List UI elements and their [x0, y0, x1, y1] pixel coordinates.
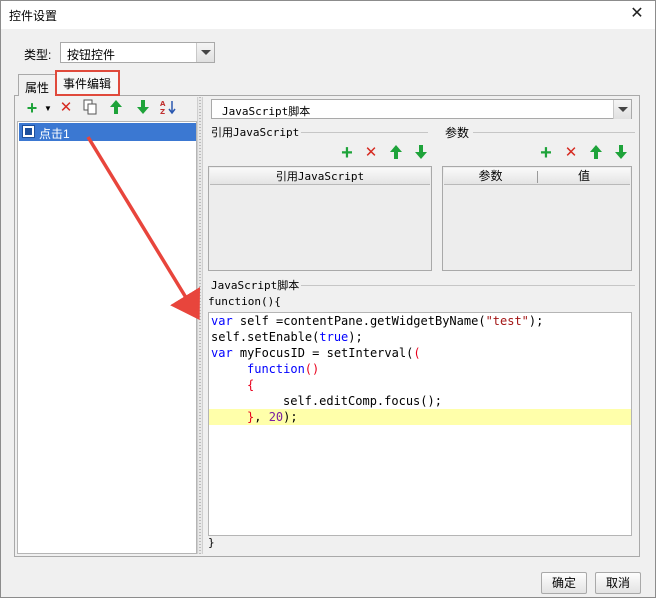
copy-icon[interactable] [81, 99, 99, 117]
tab-event-editor-label: 事件编辑 [63, 77, 112, 91]
add-icon[interactable]: + [338, 143, 356, 163]
tab-properties-label: 属性 [25, 81, 50, 95]
sort-icon[interactable]: AZ [160, 99, 178, 117]
move-down-icon[interactable] [134, 99, 152, 117]
title-bar: 控件设置 ✕ [1, 1, 655, 29]
divider [301, 132, 428, 133]
divider [473, 132, 635, 133]
type-label: 类型: [24, 48, 52, 62]
code-line: self.editComp.focus(); [283, 394, 442, 408]
script-type-value: JavaScript脚本 [222, 105, 311, 118]
move-up-icon[interactable] [107, 99, 125, 117]
event-toolbar: + ▼ ✕ AZ [17, 97, 197, 121]
event-list: 点击1 [17, 121, 197, 554]
move-up-icon[interactable] [387, 144, 405, 162]
code-line: self.setEnable(true); [211, 330, 363, 344]
param-column-header: 参数 [478, 169, 503, 183]
function-close: } [208, 536, 215, 549]
panel-splitter[interactable] [197, 97, 203, 554]
event-panel: + ▼ ✕ AZ 点击1 [17, 97, 197, 554]
type-select[interactable]: 按钮控件 [60, 42, 215, 63]
javascript-code-group-title: JavaScript脚本 [209, 277, 302, 293]
script-panel: JavaScript脚本 引用JavaScript 参数 + ✕ + ✕ 引用J… [205, 97, 637, 554]
move-up-icon[interactable] [587, 144, 605, 162]
add-icon[interactable]: + [537, 143, 555, 163]
event-item-label: 点击1 [39, 127, 70, 141]
params-table[interactable]: 参数 值 [442, 166, 632, 271]
window-title: 控件设置 [9, 9, 58, 23]
code-editor[interactable]: var self =contentPane.getWidgetByName("t… [208, 312, 632, 536]
close-icon[interactable]: ✕ [625, 3, 649, 25]
divider [291, 285, 635, 286]
button-widget-icon [22, 125, 35, 138]
code-line: function() [247, 362, 320, 376]
ref-javascript-group-title: 引用JavaScript [209, 124, 302, 140]
ref-javascript-table[interactable]: 引用JavaScript [208, 166, 432, 271]
script-type-select[interactable]: JavaScript脚本 [211, 99, 632, 119]
tab-event-editor[interactable]: 事件编辑 [55, 70, 120, 96]
svg-text:Z: Z [160, 108, 165, 115]
move-down-icon[interactable] [412, 144, 430, 162]
tab-properties[interactable]: 属性 [18, 74, 56, 96]
delete-icon[interactable]: ✕ [562, 144, 580, 162]
code-line: { [247, 378, 255, 392]
code-line: var myFocusID = setInterval(( [211, 346, 421, 360]
code-line-current: }, 20); [209, 409, 631, 425]
delete-icon[interactable]: ✕ [362, 144, 380, 162]
cancel-button[interactable]: 取消 [595, 572, 641, 594]
move-down-icon[interactable] [612, 144, 630, 162]
value-column-header: 值 [577, 169, 590, 183]
delete-icon[interactable]: ✕ [57, 99, 75, 117]
list-item[interactable]: 点击1 [19, 123, 196, 141]
type-select-value: 按钮控件 [67, 48, 116, 62]
ok-button[interactable]: 确定 [541, 572, 587, 594]
params-table-header: 参数 值 [444, 168, 630, 185]
code-line: var self =contentPane.getWidgetByName("t… [211, 314, 544, 328]
chevron-down-icon[interactable] [196, 43, 214, 62]
chevron-down-icon[interactable]: ▼ [39, 100, 57, 118]
function-open: function(){ [208, 295, 281, 308]
params-group-title: 参数 [443, 124, 472, 141]
ref-javascript-column-header: 引用JavaScript [210, 168, 430, 185]
svg-text:A: A [160, 100, 166, 108]
chevron-down-icon[interactable] [613, 100, 631, 119]
